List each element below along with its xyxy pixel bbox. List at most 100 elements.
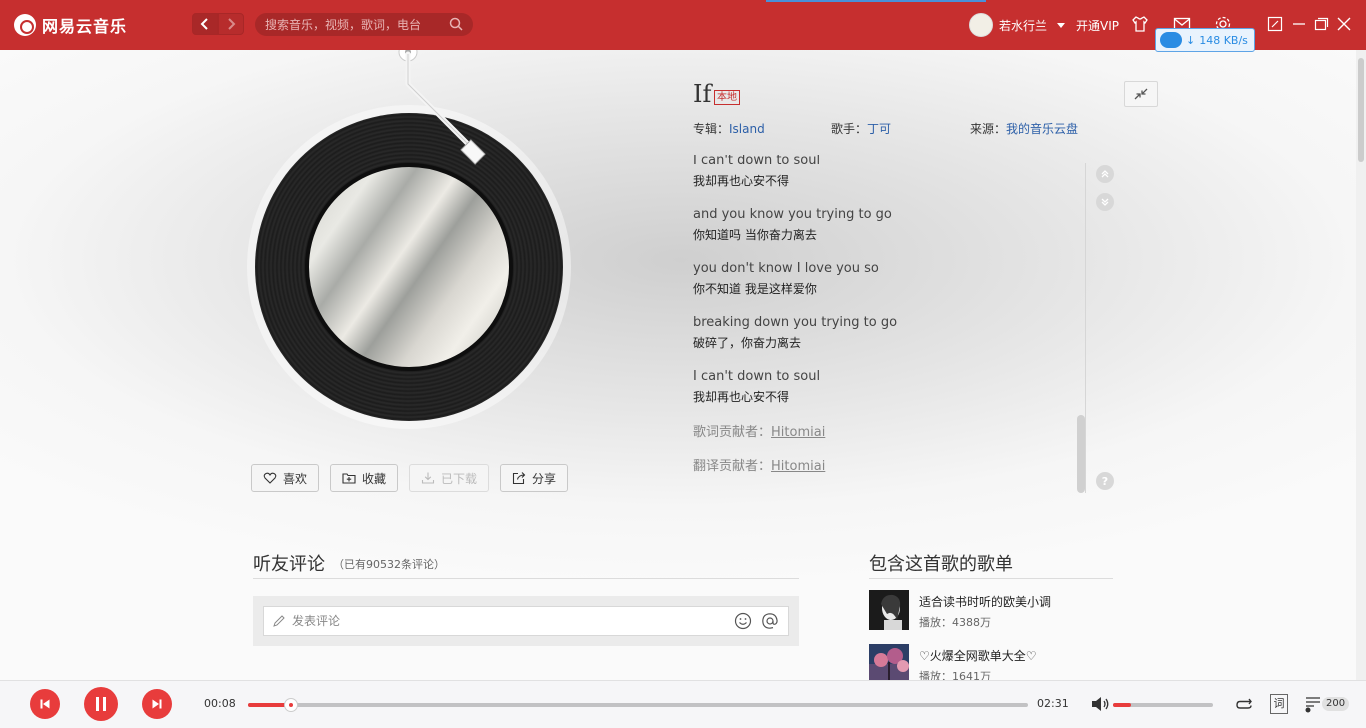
song-title: If (693, 80, 712, 108)
chevron-left-icon (200, 18, 208, 30)
playlist-name[interactable]: 适合读书时听的欧美小调 (919, 593, 1051, 610)
user-menu[interactable]: 若水行兰 (969, 13, 1066, 37)
progress-bar[interactable] (248, 698, 1028, 712)
collapse-icon (1134, 88, 1148, 100)
lyrics-panel[interactable]: I can't down to soul 我却再也心安不得 and you kn… (693, 155, 1083, 485)
collapse-button[interactable] (1124, 81, 1158, 107)
pause-icon (96, 697, 106, 711)
back-button[interactable] (192, 13, 218, 35)
repeat-icon[interactable] (1234, 695, 1254, 713)
download-speed: 148 KB/s (1199, 33, 1248, 47)
download-arrow-icon: ↓ (1186, 33, 1196, 47)
like-button[interactable]: 喜欢 (251, 464, 320, 492)
lyric-line: I can't down to soul 我却再也心安不得 (693, 155, 821, 188)
collect-label: 收藏 (362, 471, 387, 486)
song-detail-page: 喜欢 收藏 已下载 分享 If 本地 专辑：Island 歌手：丁可 来源：我的… (0, 50, 1356, 680)
source-link[interactable]: 我的音乐云盘 (1006, 122, 1078, 136)
pause-button[interactable] (84, 687, 118, 721)
share-icon (512, 472, 526, 485)
playlist-plays: 播放：1641万 (919, 670, 991, 680)
folder-plus-icon (342, 473, 356, 484)
playlist-cover[interactable] (869, 644, 909, 680)
shirt-icon[interactable] (1131, 15, 1149, 33)
baidu-cloud-icon (1160, 32, 1182, 48)
lyrics-scroll-up-button[interactable] (1096, 165, 1114, 183)
lyrics-scrollbar-thumb[interactable] (1077, 415, 1085, 493)
mini-mode-icon[interactable] (1266, 15, 1284, 33)
translation-contributor: 翻译贡献者：Hitomiai (693, 459, 826, 474)
app-logo[interactable]: 网易云音乐 (14, 13, 127, 37)
comments-count: （已有90532条评论） (333, 558, 445, 571)
next-button[interactable] (142, 689, 172, 719)
translation-contributor-link[interactable]: Hitomiai (771, 459, 825, 474)
playlists-title: 包含这首歌的歌单 (869, 554, 1013, 575)
emoji-icon[interactable] (734, 612, 752, 630)
source-info: 来源：我的音乐云盘 (970, 120, 1078, 137)
volume-slider[interactable] (1113, 703, 1213, 707)
search-input[interactable] (265, 17, 445, 32)
avatar[interactable] (969, 13, 993, 37)
download-progress-strip (766, 0, 986, 2)
collect-button[interactable]: 收藏 (330, 464, 399, 492)
minimize-icon[interactable] (1290, 15, 1308, 33)
playlist-queue-icon[interactable] (1304, 695, 1324, 713)
download-icon (421, 472, 435, 484)
player-bar: 00:08 02:31 词 200 (0, 680, 1366, 728)
next-icon (152, 699, 162, 709)
total-time: 02:31 (1037, 697, 1069, 710)
at-mention-icon[interactable] (761, 612, 779, 630)
comment-field[interactable] (263, 606, 789, 636)
artist-label: 歌手： (831, 122, 868, 136)
like-label: 喜欢 (283, 471, 308, 486)
playlist-item[interactable]: 适合读书时听的欧美小调 播放：4388万 (869, 590, 1051, 630)
album-label: 专辑： (693, 122, 730, 136)
lyric-line: and you know you trying to go 你知道吗 当你奋力离… (693, 207, 892, 242)
double-chevron-down-icon (1101, 198, 1109, 206)
comments-title: 听友评论 (253, 554, 325, 575)
tonearm-icon (398, 50, 486, 165)
progress-handle[interactable] (283, 698, 298, 712)
history-nav (192, 13, 244, 35)
search-icon[interactable] (449, 17, 463, 31)
help-button[interactable]: ? (1096, 472, 1114, 490)
download-label: 已下载 (441, 471, 478, 486)
forward-button[interactable] (218, 13, 244, 35)
lyrics-scroll-down-button[interactable] (1096, 193, 1114, 211)
page-scrollbar[interactable] (1356, 50, 1366, 680)
page-scrollbar-thumb[interactable] (1358, 58, 1364, 162)
artist-link[interactable]: 丁可 (867, 122, 891, 136)
previous-icon (40, 699, 50, 709)
current-time: 00:08 (204, 697, 236, 710)
playlist-text: ♡火爆全网歌单大全♡ 播放：1641万 (919, 644, 1037, 680)
volume-icon[interactable] (1090, 695, 1110, 713)
playlist-item[interactable]: ♡火爆全网歌单大全♡ 播放：1641万 (869, 644, 1037, 680)
playlist-cover[interactable] (869, 590, 909, 630)
caret-down-icon[interactable] (1057, 22, 1066, 28)
lyric-contributor: 歌词贡献者：Hitomiai (693, 425, 826, 440)
divider (253, 578, 799, 579)
playlist-name[interactable]: ♡火爆全网歌单大全♡ (919, 647, 1037, 664)
download-button[interactable]: 已下载 (409, 464, 490, 492)
download-speed-badge[interactable]: ↓ 148 KB/s (1155, 28, 1255, 52)
song-actions: 喜欢 收藏 已下载 分享 (251, 464, 569, 492)
username[interactable]: 若水行兰 (999, 17, 1047, 34)
lyrics-scrollbar-track[interactable] (1085, 163, 1086, 493)
local-badge: 本地 (714, 90, 740, 105)
comment-input[interactable] (292, 614, 712, 628)
album-link[interactable]: Island (729, 122, 765, 136)
question-icon: ? (1101, 474, 1109, 488)
close-icon[interactable] (1335, 15, 1353, 33)
lyric-line: I can't down to soul 我却再也心安不得 (693, 369, 821, 404)
vip-link[interactable]: 开通VIP (1076, 17, 1119, 34)
maximize-icon[interactable] (1312, 15, 1330, 33)
album-info: 专辑：Island (693, 120, 765, 137)
share-label: 分享 (532, 471, 557, 486)
previous-button[interactable] (30, 689, 60, 719)
share-button[interactable]: 分享 (500, 464, 569, 492)
lyric-contributor-link[interactable]: Hitomiai (771, 425, 825, 440)
lyrics-toggle-button[interactable]: 词 (1270, 694, 1288, 714)
artist-info: 歌手：丁可 (831, 120, 891, 137)
source-label: 来源： (970, 122, 1007, 136)
netease-logo-icon (14, 14, 36, 36)
lyric-line: you don't know I love you so 你不知道 我是这样爱你 (693, 261, 879, 296)
